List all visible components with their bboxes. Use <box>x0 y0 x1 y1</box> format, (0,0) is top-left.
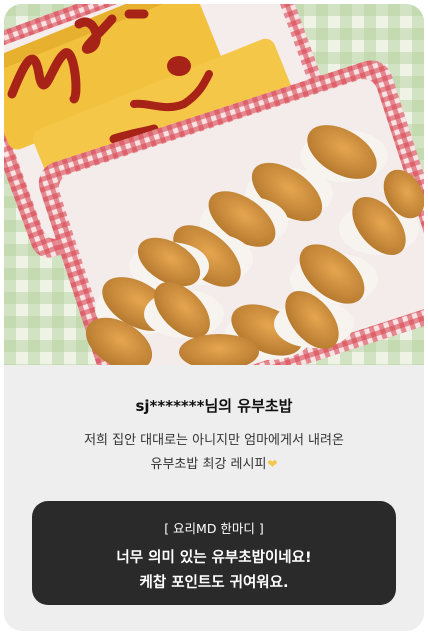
review-description-line-2: 유부초밥 최강 레시피❤ <box>24 454 404 475</box>
yellow-heart-icon: ❤ <box>267 457 278 471</box>
md-comment-box: [ 요리MD 한마디 ] 너무 의미 있는 유부초밥이네요! 케찹 포인트도 귀… <box>32 501 396 605</box>
md-comment-label: [ 요리MD 한마디 ] <box>164 521 264 536</box>
food-photo <box>4 4 424 365</box>
md-comment-line-1: 너무 의미 있는 유부초밥이네요! <box>116 550 312 566</box>
review-card[interactable]: sj*******님의 유부초밥 저희 집안 대대로는 아니지만 엄마에게서 내… <box>4 4 424 631</box>
review-description-line-1: 저희 집안 대대로는 아니지만 엄마에게서 내려온 <box>84 433 344 448</box>
review-description-text: 유부초밥 최강 레시피 <box>150 457 267 472</box>
md-comment-line-2: 케찹 포인트도 귀여워요. <box>139 575 289 591</box>
review-title: sj*******님의 유부초밥 <box>135 397 293 415</box>
